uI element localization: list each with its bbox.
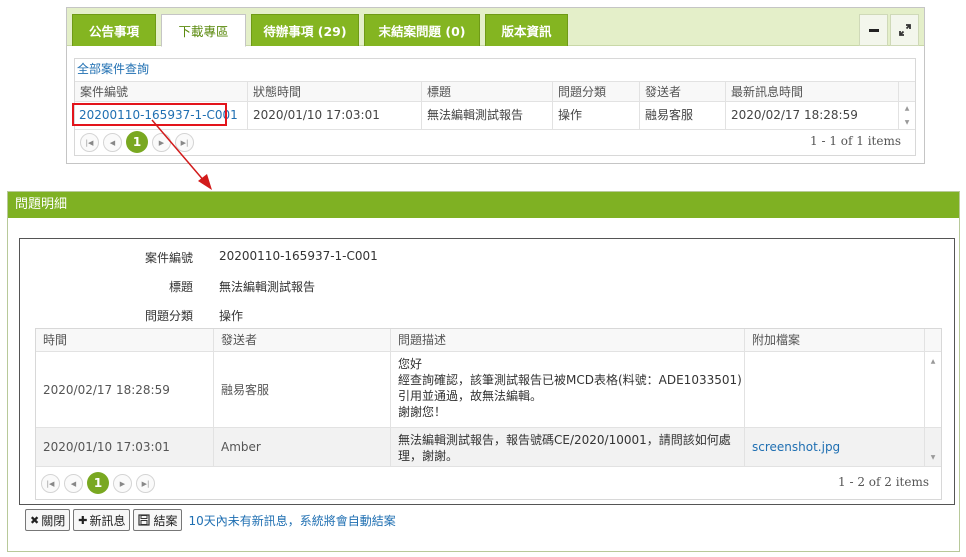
minus-icon (868, 28, 879, 32)
table-row[interactable]: 2020/02/17 18:28:59 融易客服 您好 經查詢確認，該筆測試報告… (36, 352, 941, 428)
column-header-time[interactable]: 時間 (36, 329, 214, 351)
category-value: 操作 (219, 309, 244, 323)
description-line: 引用並通過，故無法編輯。 (398, 389, 543, 403)
scroll-down-icon[interactable]: ▼ (931, 454, 936, 461)
attachment-link[interactable]: screenshot.jpg (752, 440, 840, 454)
action-bar: ✖ 關閉 ✚ 新訊息 結案 10天內未有新訊息，系統將會自動結案 (25, 509, 396, 531)
close-button-label: 關閉 (41, 513, 66, 528)
cell-attachment: screenshot.jpg (745, 428, 925, 466)
tab-open-issues[interactable]: 末結案問題 (0) (364, 14, 480, 46)
auto-close-notice: 10天內未有新訊息，系統將會自動結案 (188, 513, 396, 528)
close-button[interactable]: ✖ 關閉 (25, 509, 71, 531)
cell-description: 無法編輯測試報告，報告號碼CE/2020/10001，請問該如何處 理，謝謝。 (391, 428, 745, 466)
scroll-up-icon[interactable]: ▲ (905, 105, 910, 112)
next-page-icon[interactable]: ▶ (113, 474, 132, 493)
message-grid-scrollbar[interactable]: ▲ ▼ (925, 352, 941, 467)
grid-header: 案件編號 狀態時間 標題 問題分類 發送者 最新訊息時間 (75, 81, 915, 102)
column-header-status-time[interactable]: 狀態時間 (248, 82, 422, 102)
first-page-icon[interactable]: |◀ (80, 133, 99, 152)
prev-page-icon[interactable]: ◀ (103, 133, 122, 152)
case-id-label: 案件編號 (144, 251, 193, 265)
close-icon: ✖ (30, 513, 40, 527)
cell-title: 無法編輯測試報告 (422, 102, 553, 129)
last-page-icon[interactable]: ▶| (136, 474, 155, 493)
cell-category: 操作 (553, 102, 640, 129)
column-header-case-id[interactable]: 案件編號 (75, 82, 248, 102)
category-label: 問題分類 (144, 309, 193, 323)
cell-time: 2020/01/10 17:03:01 (36, 428, 214, 466)
title-value: 無法編輯測試報告 (219, 280, 316, 294)
grid-scrollbar[interactable]: ▲ ▼ (899, 102, 915, 129)
tab-downloads[interactable]: 下載專區 (161, 14, 246, 47)
close-case-button[interactable]: 結案 (133, 509, 183, 531)
new-message-button[interactable]: ✚ 新訊息 (73, 509, 131, 531)
all-cases-link[interactable]: 全部案件查詢 (77, 62, 149, 76)
cell-attachment (745, 352, 925, 427)
column-header-title[interactable]: 標題 (422, 82, 553, 102)
description-line: 理，謝謝。 (398, 449, 459, 463)
detail-content-box: 案件編號 20200110-165937-1-C001 標題 無法編輯測試報告 … (19, 238, 955, 505)
prev-page-icon[interactable]: ◀ (64, 474, 83, 493)
description-line: 您好 (398, 357, 423, 371)
cell-sender: 融易客服 (214, 352, 391, 427)
column-header-description[interactable]: 問題描述 (391, 329, 745, 351)
tab-announcements[interactable]: 公告事項 (72, 14, 156, 46)
tab-todo[interactable]: 待辦事項 (29) (251, 14, 359, 46)
cell-description: 您好 經查詢確認，該筆測試報告已被MCD表格(料號：ADE1033501) 引用… (391, 352, 745, 427)
expand-icon (898, 24, 911, 36)
new-message-button-label: 新訊息 (89, 513, 126, 528)
message-grid: 時間 發送者 問題描述 附加檔案 2020/02/17 18:28:59 融易客… (35, 328, 942, 500)
column-header-category[interactable]: 問題分類 (553, 82, 640, 102)
pager-info: 1 - 1 of 1 items (810, 134, 901, 148)
current-page-button[interactable]: 1 (87, 472, 109, 494)
title-label: 標題 (168, 280, 193, 294)
column-header-latest-time[interactable]: 最新訊息時間 (726, 82, 899, 102)
detail-body: 案件編號 20200110-165937-1-C001 標題 無法編輯測試報告 … (19, 238, 964, 554)
tab-version-info[interactable]: 版本資訊 (485, 14, 568, 46)
grid-toolbar: 全部案件查詢 (75, 59, 915, 81)
scroll-up-icon[interactable]: ▲ (931, 358, 936, 365)
current-page-button[interactable]: 1 (126, 131, 148, 153)
tab-bar: 公告事項 下載專區 待辦事項 (29) 末結案問題 (0) 版本資訊 (67, 8, 924, 47)
message-grid-pager: |◀ ◀ 1 ▶ ▶| 1 - 2 of 2 items (36, 466, 941, 499)
save-icon (138, 514, 151, 526)
column-header-sender[interactable]: 發送者 (214, 329, 391, 351)
expand-button[interactable] (890, 14, 919, 46)
cell-time: 2020/02/17 18:28:59 (36, 352, 214, 427)
first-page-icon[interactable]: |◀ (41, 474, 60, 493)
plus-icon: ✚ (78, 513, 88, 527)
pointer-arrow-icon (151, 119, 212, 190)
cell-sender: 融易客服 (640, 102, 726, 129)
cell-sender: Amber (214, 428, 391, 466)
description-line: 經查詢確認，該筆測試報告已被MCD表格(料號：ADE1033501) (398, 373, 742, 387)
cell-status-time: 2020/01/10 17:03:01 (248, 102, 422, 129)
case-id-value: 20200110-165937-1-C001 (219, 249, 378, 263)
scroll-down-icon[interactable]: ▼ (905, 119, 910, 126)
table-row[interactable]: 2020/01/10 17:03:01 Amber 無法編輯測試報告，報告號碼C… (36, 428, 941, 467)
pager-info: 1 - 2 of 2 items (838, 475, 929, 489)
message-grid-header: 時間 發送者 問題描述 附加檔案 (36, 329, 941, 352)
description-line: 無法編輯測試報告，報告號碼CE/2020/10001，請問該如何處 (398, 433, 731, 447)
issue-detail-window: 問題明細 案件編號 20200110-165937-1-C001 標題 無法編輯… (7, 191, 960, 552)
description-line: 謝謝您！ (398, 405, 447, 419)
column-header-attachment[interactable]: 附加檔案 (745, 329, 925, 351)
minimize-button[interactable] (859, 14, 888, 46)
detail-title: 問題明細 (8, 192, 959, 218)
column-header-sender[interactable]: 發送者 (640, 82, 726, 102)
cell-latest-time: 2020/02/17 18:28:59 (726, 102, 899, 129)
close-case-button-label: 結案 (153, 513, 178, 528)
